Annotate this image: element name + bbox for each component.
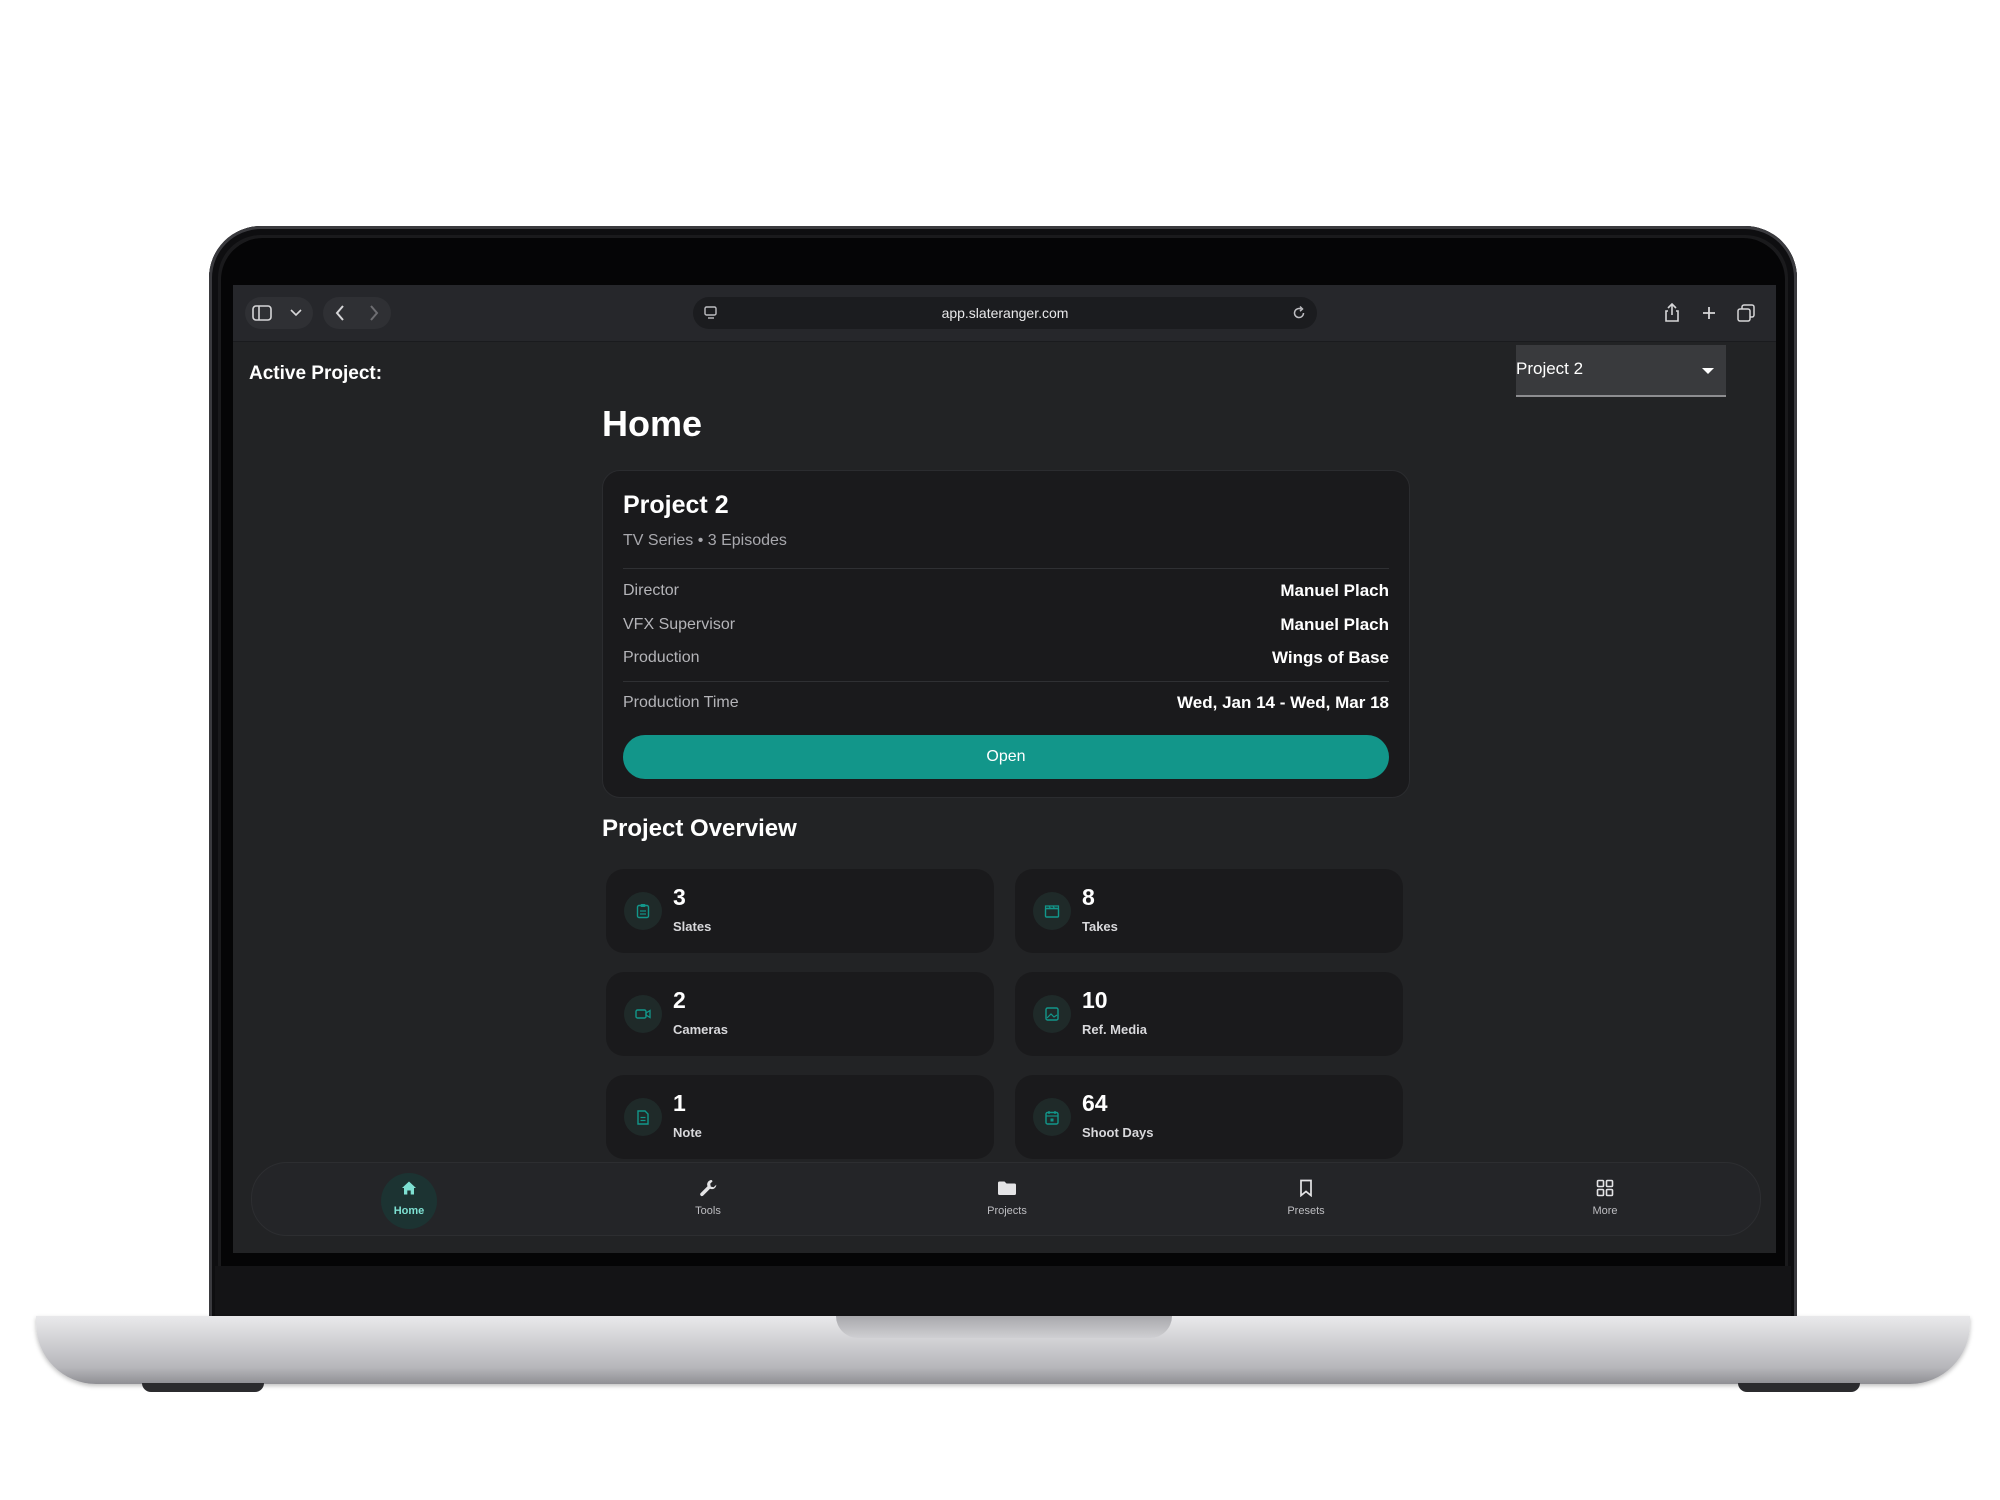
stat-label: Cameras	[673, 1022, 728, 1037]
laptop-foot-left	[142, 1383, 264, 1392]
divider	[623, 681, 1389, 682]
stat-card-ref-media[interactable]: 10 Ref. Media	[1015, 972, 1403, 1056]
divider	[623, 568, 1389, 569]
nav-item-projects[interactable]: Projects	[967, 1163, 1047, 1235]
production-time-label: Production Time	[623, 694, 739, 711]
laptop-notch	[836, 1316, 1172, 1338]
sidebar-icon[interactable]	[245, 297, 279, 329]
production-label: Production	[623, 649, 700, 666]
stat-card-takes[interactable]: 8 Takes	[1015, 869, 1403, 953]
stat-label: Shoot Days	[1082, 1125, 1154, 1140]
laptop-foot-right	[1738, 1383, 1860, 1392]
screen: app.slateranger.com Active Project: Proj…	[233, 285, 1776, 1253]
stat-value: 64	[1082, 1090, 1108, 1116]
vfx-supervisor-value: Manuel Plach	[1280, 615, 1389, 634]
production-time-value: Wed, Jan 14 - Wed, Mar 18	[1177, 693, 1389, 712]
stat-card-cameras[interactable]: 2 Cameras	[606, 972, 994, 1056]
page-title: Home	[602, 403, 703, 444]
stat-value: 1	[673, 1090, 686, 1116]
nav-label: Tools	[695, 1205, 721, 1217]
clapperboard-icon	[1033, 892, 1071, 930]
stat-label: Ref. Media	[1082, 1022, 1148, 1037]
stat-value: 2	[673, 987, 686, 1013]
director-value: Manuel Plach	[1280, 581, 1389, 600]
document-icon	[624, 1098, 662, 1136]
address-url: app.slateranger.com	[941, 305, 1069, 321]
laptop-chin	[215, 1266, 1791, 1320]
share-icon[interactable]	[1653, 297, 1690, 329]
stat-card-slates[interactable]: 3 Slates	[606, 869, 994, 953]
nav-item-presets[interactable]: Presets	[1266, 1163, 1346, 1235]
chevron-down-icon[interactable]	[279, 297, 313, 329]
project-select-value: Project 2	[1516, 359, 1584, 378]
calendar-icon	[1033, 1098, 1071, 1136]
nav-item-tools[interactable]: Tools	[668, 1163, 748, 1235]
project-subtitle: TV Series • 3 Episodes	[623, 532, 787, 549]
project-overview-title: Project Overview	[602, 815, 797, 842]
back-icon[interactable]	[323, 297, 357, 329]
wrench-icon	[697, 1177, 719, 1199]
stat-label: Slates	[673, 919, 712, 934]
stat-card-note[interactable]: 1 Note	[606, 1075, 994, 1159]
active-project-label: Active Project:	[249, 363, 383, 384]
history-nav-group	[323, 297, 391, 329]
stat-label: Takes	[1082, 919, 1118, 934]
image-icon	[1033, 995, 1071, 1033]
reload-icon[interactable]	[1291, 305, 1307, 326]
open-button[interactable]: Open	[623, 735, 1389, 779]
forward-icon[interactable]	[357, 297, 391, 329]
grid-icon	[1594, 1177, 1616, 1199]
tab-overview-icon[interactable]	[1728, 297, 1765, 329]
sidebar-toggle-group	[245, 297, 313, 329]
bottom-navigation: Home Tools Projects Presets More	[251, 1162, 1761, 1236]
dropdown-arrow-icon	[1702, 368, 1714, 374]
nav-item-home[interactable]: Home	[369, 1163, 449, 1235]
vfx-supervisor-label: VFX Supervisor	[623, 616, 736, 633]
stat-value: 8	[1082, 884, 1095, 910]
nav-label: Home	[393, 1205, 425, 1217]
nav-item-more[interactable]: More	[1565, 1163, 1645, 1235]
production-value: Wings of Base	[1272, 648, 1389, 667]
stat-card-shoot-days[interactable]: 64 Shoot Days	[1015, 1075, 1403, 1159]
stat-value: 10	[1082, 987, 1108, 1013]
browser-actions	[1653, 297, 1765, 329]
bookmark-icon	[1295, 1177, 1317, 1199]
new-tab-icon[interactable]	[1690, 297, 1727, 329]
nav-label: Presets	[1287, 1205, 1325, 1217]
folder-icon	[996, 1177, 1018, 1199]
director-label: Director	[623, 582, 680, 599]
nav-label: More	[1592, 1205, 1618, 1217]
browser-toolbar: app.slateranger.com	[233, 285, 1776, 342]
stat-value: 3	[673, 884, 686, 910]
project-card: Project 2 TV Series • 3 Episodes Directo…	[602, 470, 1410, 798]
project-select[interactable]: Project 2	[1516, 345, 1726, 397]
address-bar[interactable]: app.slateranger.com	[693, 297, 1317, 329]
clipboard-icon	[624, 892, 662, 930]
stat-label: Note	[673, 1125, 702, 1140]
video-camera-icon	[624, 995, 662, 1033]
home-icon	[398, 1177, 420, 1199]
project-name: Project 2	[623, 491, 729, 519]
nav-label: Projects	[987, 1205, 1027, 1217]
